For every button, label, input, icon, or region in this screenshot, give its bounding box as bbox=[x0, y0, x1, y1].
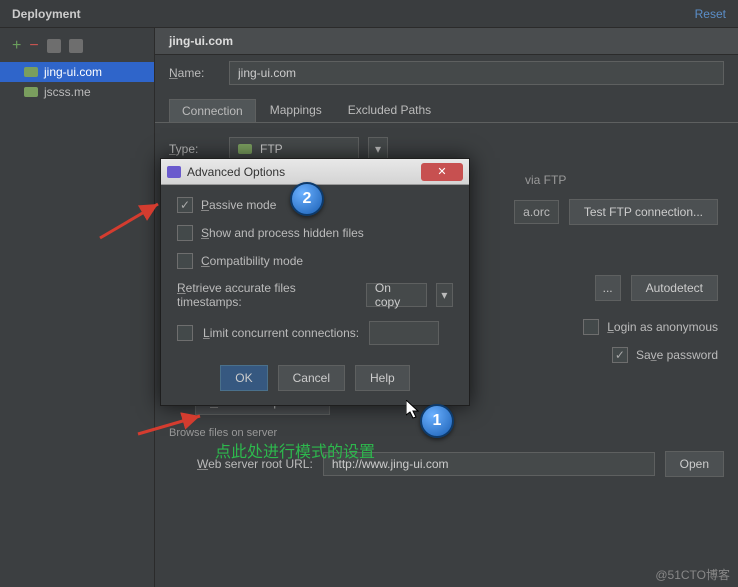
tab-connection[interactable]: Connection bbox=[169, 99, 256, 122]
sidebar: + − jing-ui.com jscss.me bbox=[0, 28, 155, 587]
sidebar-item-label: jing-ui.com bbox=[44, 65, 102, 79]
checkbox-icon bbox=[177, 253, 193, 269]
via-text: via FTP bbox=[525, 173, 566, 187]
limit-input[interactable] bbox=[369, 321, 439, 345]
checkbox-icon bbox=[177, 197, 193, 213]
add-icon[interactable]: + bbox=[12, 38, 21, 54]
content-header: jing-ui.com bbox=[155, 28, 738, 55]
show-hidden-label: Show and process hidden files bbox=[201, 226, 364, 240]
test-ftp-button[interactable]: Test FTP connection... bbox=[569, 199, 718, 225]
retrieve-label: Retrieve accurate files timestamps: bbox=[177, 281, 356, 309]
login-anon-label: Login as anonymous bbox=[607, 320, 718, 334]
paste-icon[interactable] bbox=[69, 39, 83, 53]
tab-excluded[interactable]: Excluded Paths bbox=[336, 99, 443, 122]
copy-icon[interactable] bbox=[47, 39, 61, 53]
host-fragment[interactable]: a.orc bbox=[514, 200, 559, 224]
close-icon[interactable]: ✕ bbox=[421, 163, 463, 181]
ok-button[interactable]: OK bbox=[220, 365, 267, 391]
autodetect-button[interactable]: Autodetect bbox=[631, 275, 718, 301]
tab-mappings[interactable]: Mappings bbox=[258, 99, 334, 122]
checkbox-icon[interactable] bbox=[177, 325, 193, 341]
dialog-title: Advanced Options bbox=[187, 165, 415, 179]
compat-label: Compatibility mode bbox=[201, 254, 303, 268]
name-label: Name: bbox=[169, 66, 219, 80]
login-anon-check[interactable]: Login as anonymous bbox=[583, 319, 718, 335]
dialog-titlebar[interactable]: Advanced Options ✕ bbox=[161, 159, 469, 185]
remove-icon[interactable]: − bbox=[29, 38, 38, 54]
retrieve-select[interactable]: On copy bbox=[366, 283, 427, 307]
checkbox-icon bbox=[612, 347, 628, 363]
annotation-bubble-1: 1 bbox=[420, 404, 454, 438]
ftp-icon bbox=[238, 144, 252, 154]
watermark: @51CTO博客 bbox=[655, 566, 730, 583]
checkbox-icon bbox=[177, 225, 193, 241]
server-icon bbox=[24, 67, 38, 77]
page-title: Deployment bbox=[12, 7, 81, 21]
passive-label: Passive mode bbox=[201, 198, 276, 212]
sidebar-toolbar: + − bbox=[0, 34, 154, 62]
save-password-label: Save password bbox=[636, 348, 718, 362]
checkbox-icon bbox=[583, 319, 599, 335]
chevron-down-icon[interactable]: ▾ bbox=[436, 283, 453, 307]
sidebar-item-label: jscss.me bbox=[44, 85, 91, 99]
name-row: Name: bbox=[155, 55, 738, 91]
browse-button[interactable]: ... bbox=[595, 275, 621, 301]
server-icon bbox=[24, 87, 38, 97]
save-password-check[interactable]: Save password bbox=[612, 347, 718, 363]
open-button[interactable]: Open bbox=[665, 451, 724, 477]
sidebar-item-jingui[interactable]: jing-ui.com bbox=[0, 62, 154, 82]
reset-link[interactable]: Reset bbox=[695, 7, 726, 21]
limit-label: Limit concurrent connections: bbox=[203, 326, 359, 340]
show-hidden-check[interactable]: Show and process hidden files bbox=[177, 225, 453, 241]
tabs: Connection Mappings Excluded Paths bbox=[155, 95, 738, 123]
sidebar-item-jscss[interactable]: jscss.me bbox=[0, 82, 154, 102]
dialog-footer: OK Cancel Help bbox=[161, 357, 469, 405]
retrieve-row: Retrieve accurate files timestamps: On c… bbox=[177, 281, 453, 309]
topbar: Deployment Reset bbox=[0, 0, 738, 28]
type-value: FTP bbox=[260, 142, 283, 156]
help-button[interactable]: Help bbox=[355, 365, 410, 391]
type-label: Type: bbox=[169, 142, 219, 156]
name-input[interactable] bbox=[229, 61, 724, 85]
annotation-text: 点此处进行模式的设置 bbox=[215, 438, 375, 462]
limit-row: Limit concurrent connections: bbox=[177, 321, 453, 345]
annotation-bubble-2: 2 bbox=[290, 182, 324, 216]
php-icon bbox=[167, 166, 181, 178]
cancel-button[interactable]: Cancel bbox=[278, 365, 345, 391]
compat-mode-check[interactable]: Compatibility mode bbox=[177, 253, 453, 269]
